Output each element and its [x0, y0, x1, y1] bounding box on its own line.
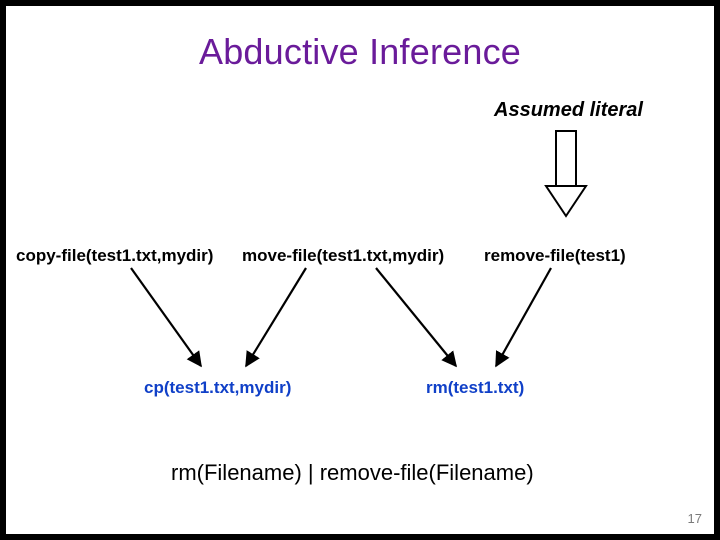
assumed-literal-label: Assumed literal: [494, 99, 643, 122]
cp-label: cp(test1.txt,mydir): [144, 378, 291, 398]
rm-label: rm(test1.txt): [426, 378, 524, 398]
connector-arrows: [6, 6, 714, 534]
remove-file-label: remove-file(test1): [484, 246, 626, 266]
move-file-label: move-file(test1.txt,mydir): [242, 246, 444, 266]
copy-file-label: copy-file(test1.txt,mydir): [16, 246, 213, 266]
rule-text: rm(Filename) | remove-file(Filename): [171, 460, 534, 486]
slide-frame: Abductive Inference Assumed literal copy…: [0, 0, 720, 540]
big-down-arrow: [6, 6, 714, 534]
page-number: 17: [688, 511, 702, 526]
slide-title: Abductive Inference: [6, 31, 714, 73]
